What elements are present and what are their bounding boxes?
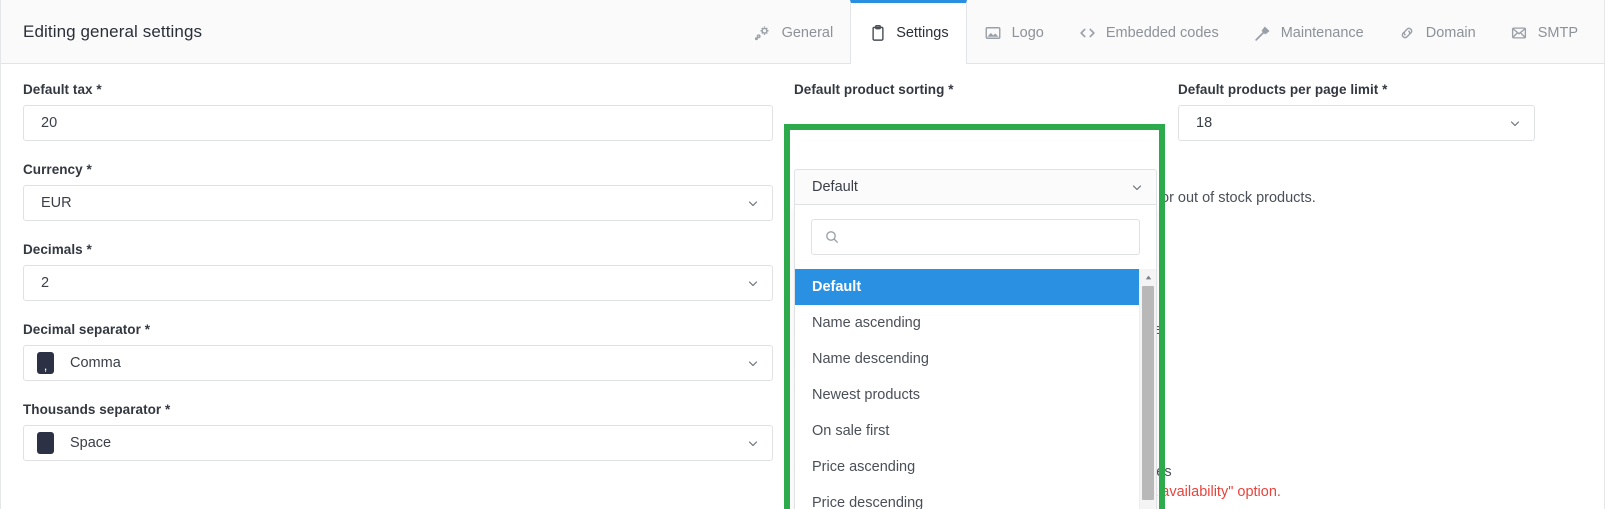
separator-glyph-badge: , — [37, 352, 54, 374]
link-icon — [1398, 24, 1417, 43]
search-icon — [824, 229, 840, 245]
gear-icon — [754, 24, 773, 43]
tab-label: Settings — [896, 25, 949, 41]
middle-column: Default product sorting * — [794, 64, 1157, 105]
products-per-page-select[interactable]: 18 — [1178, 105, 1535, 141]
option-label: On sale first — [812, 423, 890, 439]
decimals-select[interactable]: 2 — [23, 265, 773, 301]
chevron-down-icon — [747, 277, 759, 289]
scrollbar-thumb[interactable] — [1142, 286, 1154, 500]
chevron-down-icon — [1131, 181, 1143, 193]
dropdown-scrollbar[interactable] — [1139, 269, 1156, 509]
field-label: Currency * — [23, 162, 92, 177]
page-title: Editing general settings — [23, 21, 203, 41]
field-value: Space — [70, 435, 112, 451]
default-product-sorting-label: Default product sorting * — [794, 82, 954, 97]
tab-logo[interactable]: Logo — [967, 0, 1061, 63]
decimal-separator-select[interactable]: , Comma — [23, 345, 773, 381]
dropdown-selected-value: Default — [812, 179, 858, 195]
option-label: Name ascending — [812, 315, 921, 331]
default-tax-input[interactable]: 20 — [23, 105, 773, 141]
page-header: Editing general settings General Setting… — [1, 0, 1604, 64]
dropdown-option[interactable]: Price ascending — [795, 449, 1139, 485]
tab-general[interactable]: General — [737, 0, 851, 63]
chevron-down-icon — [747, 197, 759, 209]
right-column: Default products per page limit * 18 — [1178, 64, 1535, 162]
dropdown-search-box[interactable] — [811, 219, 1140, 255]
tab-maintenance[interactable]: Maintenance — [1236, 0, 1381, 63]
field-label: Default tax * — [23, 82, 102, 97]
dropdown-option[interactable]: Name ascending — [795, 305, 1139, 341]
chevron-down-icon — [1509, 117, 1521, 129]
currency-select[interactable]: EUR — [23, 185, 773, 221]
hint-stock-products: or out of stock products. — [1161, 190, 1316, 206]
field-label: Default products per page limit * — [1178, 82, 1388, 97]
field-value: EUR — [41, 195, 72, 211]
field-decimal-separator: Decimal separator * , Comma — [23, 322, 773, 381]
left-column: Default tax * 20 Currency * EUR Decimals… — [23, 64, 773, 482]
image-icon — [984, 24, 1003, 43]
field-value: 20 — [41, 115, 58, 131]
dropdown-option[interactable]: On sale first — [795, 413, 1139, 449]
dropdown-panel: Default Name ascending Name descending N… — [794, 205, 1157, 509]
field-value: 18 — [1196, 115, 1213, 131]
option-label: Price descending — [812, 495, 924, 509]
default-product-sorting-dropdown: Default Default Name ascending Name desc… — [794, 169, 1157, 509]
dropdown-search-row — [795, 219, 1156, 269]
tab-label: Logo — [1011, 25, 1044, 41]
dropdown-option[interactable]: Name descending — [795, 341, 1139, 377]
chevron-down-icon — [747, 357, 759, 369]
chevron-down-icon — [747, 437, 759, 449]
thousands-separator-select[interactable]: Space — [23, 425, 773, 461]
separator-glyph-badge — [37, 432, 54, 454]
scroll-up-arrow-icon[interactable] — [1140, 269, 1157, 286]
envelope-icon — [1510, 24, 1529, 43]
field-default-tax: Default tax * 20 — [23, 82, 773, 141]
tab-label: Domain — [1425, 25, 1476, 41]
field-value: 2 — [41, 275, 50, 291]
tab-settings[interactable]: Settings — [850, 0, 967, 64]
tab-embedded-codes[interactable]: Embedded codes — [1061, 0, 1236, 63]
settings-form: Default tax * 20 Currency * EUR Decimals… — [1, 64, 1604, 509]
scrollbar-track[interactable] — [1140, 286, 1156, 509]
tab-smtp[interactable]: SMTP — [1493, 0, 1604, 63]
code-icon — [1078, 24, 1097, 43]
dropdown-toggle[interactable]: Default — [794, 169, 1157, 205]
settings-page: Editing general settings General Setting… — [0, 0, 1605, 509]
tab-label: Embedded codes — [1105, 25, 1219, 41]
field-label: Decimals * — [23, 242, 92, 257]
dropdown-option[interactable]: Default — [795, 269, 1139, 305]
field-thousands-separator: Thousands separator * Space — [23, 402, 773, 461]
tab-label: Maintenance — [1280, 25, 1364, 41]
tab-bar: General Settings Logo Embedded codes Mai… — [737, 0, 1604, 64]
field-label: Thousands separator * — [23, 402, 171, 417]
option-label: Name descending — [812, 351, 929, 367]
tab-domain[interactable]: Domain — [1381, 0, 1493, 63]
tab-label: SMTP — [1537, 25, 1578, 41]
tab-label: General — [781, 25, 834, 41]
option-label: Newest products — [812, 387, 920, 403]
hammer-icon — [1253, 24, 1272, 43]
dropdown-option-list: Default Name ascending Name descending N… — [795, 269, 1139, 509]
dropdown-list-wrapper: Default Name ascending Name descending N… — [795, 269, 1156, 509]
dropdown-option[interactable]: Newest products — [795, 377, 1139, 413]
field-products-per-page: Default products per page limit * 18 — [1178, 82, 1535, 141]
field-currency: Currency * EUR — [23, 162, 773, 221]
clipboard-icon — [868, 24, 887, 43]
option-label: Default — [812, 279, 862, 295]
dropdown-option[interactable]: Price descending — [795, 485, 1139, 509]
dropdown-search-input[interactable] — [850, 229, 1127, 245]
field-value: Comma — [70, 355, 121, 371]
option-label: Price ascending — [812, 459, 916, 475]
field-decimals: Decimals * 2 — [23, 242, 773, 301]
field-label: Decimal separator * — [23, 322, 151, 337]
hint-product-availability-warning: ct availability" option. — [1146, 484, 1281, 500]
